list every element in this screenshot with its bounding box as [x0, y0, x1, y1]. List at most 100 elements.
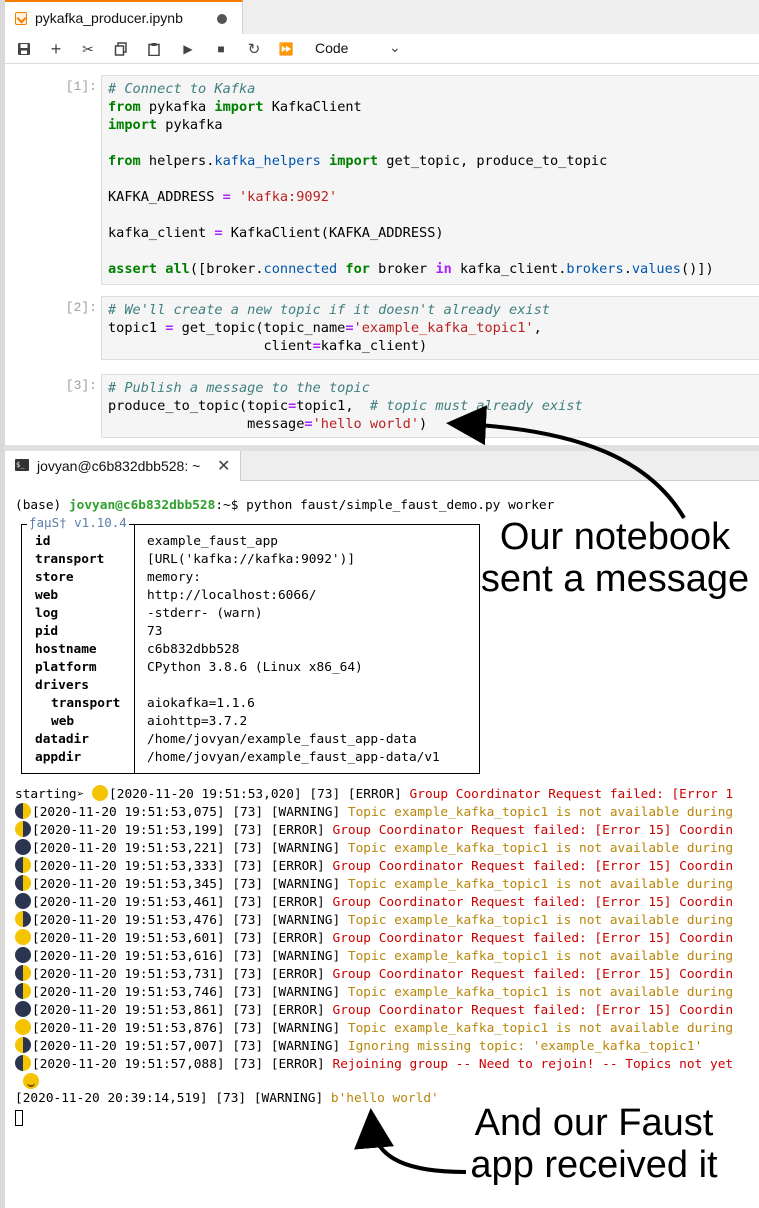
log-timestamp: [2020-11-20 19:51:53,199] [73] [ERROR] [32, 823, 333, 838]
smiley-icon [23, 1073, 39, 1089]
log-line: [2020-11-20 19:51:53,746] [73] [WARNING]… [15, 983, 733, 1001]
log-line: [2020-11-20 19:51:53,221] [73] [WARNING]… [15, 839, 733, 857]
code-line: # We'll create a new topic if it doesn't… [108, 301, 756, 319]
faust-value: aiokafka=1.1.6 [147, 696, 255, 711]
close-icon[interactable]: ✕ [217, 456, 230, 476]
log-timestamp: [2020-11-20 19:51:53,601] [73] [ERROR] [32, 931, 333, 946]
faust-key: drivers [35, 678, 89, 693]
code-token: kafka_client) [320, 338, 428, 354]
paste-icon[interactable] [143, 38, 165, 60]
log-timestamp: [2020-11-20 19:51:53,861] [73] [ERROR] [32, 1003, 333, 1018]
stop-icon[interactable]: ■ [210, 38, 232, 60]
code-token: all [165, 261, 190, 277]
log-line: [2020-11-20 19:51:53,616] [73] [WARNING]… [15, 947, 733, 965]
log-timestamp: [2020-11-20 19:51:53,020] [73] [ERROR] [109, 787, 410, 802]
faust-banner-separator [134, 524, 135, 774]
code-line: client=kafka_client) [108, 337, 756, 355]
cell-prompt: [2]: [65, 300, 97, 315]
faust-value: -stderr- (warn) [147, 606, 263, 621]
code-editor[interactable]: # We'll create a new topic if it doesn't… [101, 296, 759, 360]
log-message: Topic example_kafka_topic1 is not availa… [347, 1021, 734, 1036]
faust-key: appdir [35, 750, 82, 765]
code-token: kafka_helpers [214, 153, 321, 169]
moon-spinner-icon [15, 947, 31, 963]
restart-icon[interactable]: ↻ [243, 38, 265, 60]
annotation-line: sent a message [480, 558, 750, 600]
faust-value: /home/jovyan/example_faust_app-data/v1 [147, 750, 440, 765]
save-icon[interactable] [13, 38, 35, 60]
faust-version-label: ƒaµS† v1.10.4 [27, 515, 129, 530]
code-token: helpers. [140, 153, 215, 169]
log-message: Group Coordinator Request failed: [Error… [332, 859, 734, 874]
code-token: topic1, [296, 398, 370, 414]
log-timestamp: [2020-11-20 19:51:57,007] [73] [WARNING] [32, 1039, 348, 1054]
log-line: [2020-11-20 19:51:57,088] [73] [ERROR] R… [15, 1055, 733, 1073]
cell-type-select[interactable]: Code ⌄ [315, 39, 407, 59]
code-token: in [435, 261, 452, 277]
moon-spinner-icon [15, 1001, 31, 1017]
code-token: KafkaClient(KAFKA_ADDRESS) [222, 225, 444, 241]
code-editor[interactable]: # Publish a message to the topic produce_… [101, 374, 759, 438]
annotation-notebook-sent: Our notebook sent a message [480, 516, 750, 600]
code-token: . [623, 261, 632, 277]
moon-spinner-icon [15, 875, 31, 891]
faust-key: platform [35, 660, 97, 675]
terminal-tab[interactable]: $_ jovyan@c6b832dbb528: ~ ✕ [5, 451, 241, 481]
faust-value: http://localhost:6066/ [147, 588, 317, 603]
code-editor[interactable]: # Connect to Kafka from pykafka import Ka… [101, 75, 759, 285]
notebook-icon [15, 12, 27, 25]
log-line: starting➢ [2020-11-20 19:51:53,020] [73]… [15, 785, 733, 803]
received-message-line: [2020-11-20 20:39:14,519] [73] [WARNING]… [15, 1090, 439, 1108]
add-cell-icon[interactable]: + [45, 38, 67, 60]
faust-key: transport [35, 552, 105, 567]
unsaved-indicator-icon[interactable] [217, 14, 227, 24]
code-line: message='hello world') [108, 415, 756, 433]
code-line: produce_to_topic(topic=topic1, # topic m… [108, 397, 756, 415]
copy-icon[interactable] [110, 38, 132, 60]
log-line: [2020-11-20 19:51:53,461] [73] [ERROR] G… [15, 893, 733, 911]
code-line: from helpers.kafka_helpers import get_to… [108, 152, 756, 170]
faust-value: [URL('kafka://kafka:9092')] [147, 552, 356, 567]
run-icon[interactable]: ▶ [177, 38, 199, 60]
code-token: # Connect to Kafka [108, 81, 256, 97]
code-token: client [108, 338, 313, 354]
faust-value: CPython 3.8.6 (Linux x86_64) [147, 660, 363, 675]
moon-spinner-icon [15, 839, 31, 855]
cell-prompt: [1]: [65, 79, 97, 94]
prompt-command: :~$ python faust/simple_faust_demo.py wo… [215, 498, 555, 513]
faust-key: id [35, 534, 51, 549]
log-line: [2020-11-20 19:51:53,731] [73] [ERROR] G… [15, 965, 733, 983]
code-line: assert all([broker.connected for broker … [108, 260, 756, 278]
notebook-body: [1]: # Connect to Kafka from pykafka impo… [5, 65, 759, 445]
faust-value: aiohttp=3.7.2 [147, 714, 248, 729]
log-line: [2020-11-20 19:51:53,476] [73] [WARNING]… [15, 911, 733, 929]
log-timestamp: [2020-11-20 19:51:53,461] [73] [ERROR] [32, 895, 333, 910]
code-token: kafka_client. [451, 261, 567, 277]
log-message: Topic example_kafka_topic1 is not availa… [347, 949, 734, 964]
starting-prefix: starting➢ [15, 787, 93, 802]
notebook-tab[interactable]: pykafka_producer.ipynb [5, 0, 243, 34]
code-token: import [108, 117, 158, 133]
code-token: ()]) [680, 261, 714, 277]
log-timestamp: [2020-11-20 19:51:53,476] [73] [WARNING] [32, 913, 348, 928]
code-token: values [631, 261, 681, 277]
code-token: pykafka [157, 117, 223, 133]
moon-spinner-icon [15, 857, 31, 873]
spinner-done-line [15, 1073, 39, 1091]
cut-icon[interactable]: ✂ [77, 38, 99, 60]
fast-forward-icon[interactable]: ⏩ [275, 38, 297, 60]
code-token: KAFKA_ADDRESS [108, 189, 223, 205]
moon-spinner-icon [15, 821, 31, 837]
code-token: produce_to_topic(topic [108, 398, 289, 414]
log-message: Group Coordinator Request failed: [Error… [332, 895, 734, 910]
code-token: = [345, 320, 354, 336]
code-line: KAFKA_ADDRESS = 'kafka:9092' [108, 188, 756, 206]
log-message: Ignoring missing topic: 'example_kafka_t… [347, 1039, 703, 1054]
faust-key: pid [35, 624, 59, 639]
faust-value: 73 [147, 624, 163, 639]
code-line: topic1 = get_topic(topic_name='example_k… [108, 319, 756, 337]
log-timestamp: [2020-11-20 19:51:53,075] [73] [WARNING] [32, 805, 348, 820]
